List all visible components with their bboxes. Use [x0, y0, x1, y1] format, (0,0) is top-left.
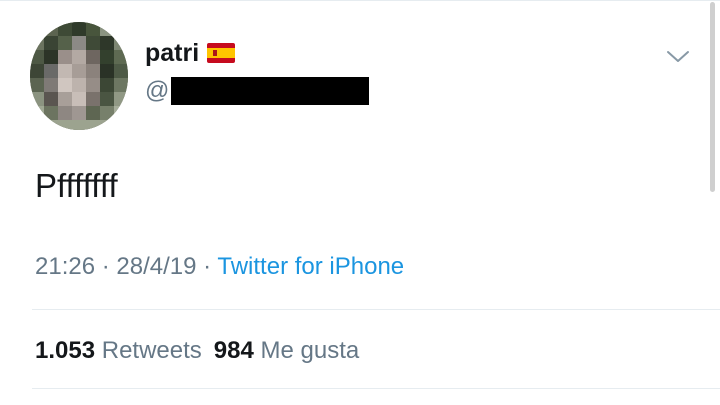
handle-redaction: [171, 77, 370, 105]
tweet-date: 28/4/19: [116, 253, 197, 280]
retweets-stat[interactable]: 1.053 Retweets: [35, 337, 202, 364]
pixelated-avatar-image: [30, 22, 128, 130]
display-name[interactable]: patri: [145, 38, 236, 68]
likes-stat[interactable]: 984 Me gusta: [214, 337, 359, 364]
retweet-label: Retweets: [101, 337, 202, 364]
divider-bottom: [32, 388, 720, 389]
spain-flag-icon: [207, 43, 236, 63]
retweet-count: 1.053: [35, 337, 96, 364]
meta-separator: ·: [101, 253, 110, 280]
tweet-text: Pfffffff: [35, 167, 118, 204]
like-label: Me gusta: [260, 337, 360, 364]
tweet-stats: 1.053 Retweets 984 Me gusta: [35, 336, 359, 366]
handle-at-sign: @: [145, 77, 170, 104]
user-handle[interactable]: @: [145, 76, 370, 106]
scrollbar[interactable]: [710, 2, 715, 192]
top-divider: [0, 0, 720, 1]
tweet-source-link[interactable]: Twitter for iPhone: [217, 253, 404, 280]
divider: [32, 309, 720, 310]
chevron-down-icon[interactable]: [664, 46, 692, 66]
tweet-time: 21:26: [35, 253, 96, 280]
meta-separator-2: ·: [203, 253, 212, 280]
tweet-meta: 21:26 · 28/4/19 · Twitter for iPhone: [35, 252, 404, 282]
like-count: 984: [213, 337, 254, 364]
tweet-detail: patri @ Pfffffff 21:26 · 28/4/19 · Twitt…: [0, 0, 720, 405]
display-name-text[interactable]: patri: [145, 38, 199, 68]
avatar[interactable]: [30, 22, 128, 130]
